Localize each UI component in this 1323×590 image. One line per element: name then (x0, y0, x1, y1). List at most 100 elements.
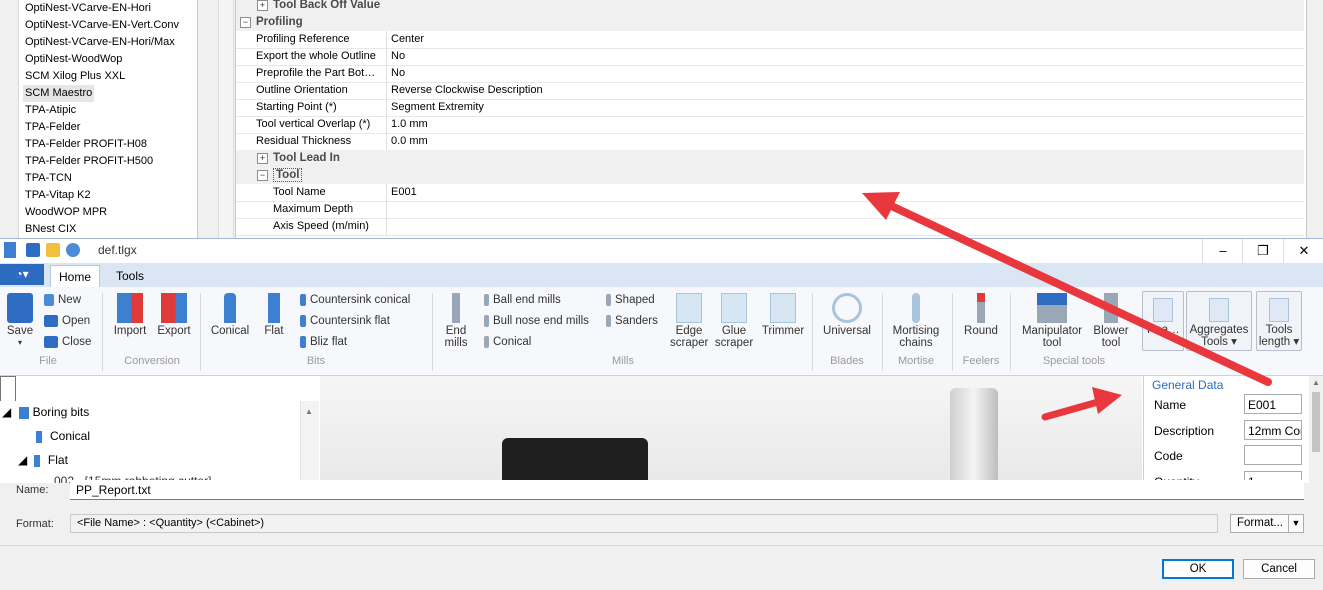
conical-mill-button[interactable]: Conical (484, 333, 531, 351)
trimmer-button[interactable]: Trimmer (760, 293, 806, 337)
conical-bit-button[interactable]: Conical (208, 293, 252, 337)
close-file-button[interactable]: Close (44, 333, 91, 351)
flat-bit-icon (268, 293, 280, 323)
category-tool[interactable]: − Tool (236, 167, 1304, 184)
restore-button[interactable]: ❐ (1242, 239, 1283, 263)
property-row[interactable]: Residual Thickness 0.0 mm (236, 133, 1304, 151)
property-row-max-depth[interactable]: Maximum Depth (236, 201, 1304, 219)
feeler-icon (977, 293, 985, 323)
new-button[interactable]: New (44, 291, 81, 309)
tree-node-flat[interactable]: ◢ Flat (18, 453, 68, 467)
close-button[interactable]: ✕ (1283, 239, 1323, 263)
flat-bit-button[interactable]: Flat (258, 293, 290, 337)
list-item-selected[interactable]: SCM Maestro (23, 85, 95, 102)
export-button[interactable]: Export (154, 293, 194, 337)
heads-button[interactable]: Hea… (1142, 291, 1184, 351)
manipulator-tool-button[interactable]: Manipulator tool (1016, 293, 1088, 349)
shaped-icon (606, 293, 611, 306)
expand-icon[interactable]: + (257, 0, 268, 11)
property-row[interactable]: Export the whole Outline No (236, 48, 1304, 66)
format-button[interactable]: Format... ▼ (1230, 514, 1304, 533)
name-label: Name: (16, 484, 49, 496)
countersink-conical-button[interactable]: Countersink conical (300, 291, 410, 309)
tab-tools[interactable]: Tools (108, 265, 152, 287)
property-row[interactable]: Tool vertical Overlap (*) 1.0 mm (236, 116, 1304, 134)
ball-end-mills-button[interactable]: Ball end mills (484, 291, 561, 309)
glue-scraper-icon (721, 293, 747, 323)
list-item[interactable]: WoodWOP MPR (23, 204, 109, 221)
category-tool-back-off[interactable]: + Tool Back Off Value (236, 0, 1304, 14)
tree-node-conical[interactable]: Conical (36, 429, 90, 443)
property-row[interactable]: Profiling Reference Center (236, 31, 1304, 49)
group-separator (200, 293, 201, 371)
format-field[interactable]: <File Name> : <Quantity> (<Cabinet>) (70, 514, 1218, 533)
bliz-flat-button[interactable]: Bliz flat (300, 333, 347, 351)
list-item[interactable]: TPA-Felder PROFIT-H500 (23, 153, 155, 170)
edge-scraper-button[interactable]: Edge scraper (670, 293, 708, 349)
save-icon[interactable] (26, 243, 40, 257)
list-scrollbar[interactable] (218, 0, 234, 238)
property-row-axis-speed[interactable]: Axis Speed (m/min) (236, 218, 1304, 236)
tool-tree: ◢ Boring bits Conical ◢ Flat 002 - [15mm… (0, 401, 300, 483)
list-item[interactable]: TPA-Atipic (23, 102, 78, 119)
category-profiling[interactable]: − Profiling (236, 14, 1304, 31)
property-row[interactable]: Preprofile the Part Bot… No (236, 65, 1304, 83)
blower-tool-button[interactable]: Blower tool (1090, 293, 1132, 349)
tree-sort-button[interactable] (0, 376, 16, 402)
collapse-icon[interactable]: − (257, 170, 268, 181)
import-icon (117, 293, 143, 323)
expand-icon[interactable]: + (257, 153, 268, 164)
collapse-icon[interactable]: − (240, 17, 251, 28)
code-input[interactable] (1244, 445, 1302, 465)
list-item[interactable]: OptiNest-VCarve-EN-Hori/Max (23, 34, 177, 51)
tools-length-icon (1269, 298, 1289, 322)
property-row[interactable]: Outline Orientation Reverse Clockwise De… (236, 82, 1304, 100)
folder-icon[interactable] (46, 243, 60, 257)
list-item[interactable]: OptiNest-WoodWop (23, 51, 124, 68)
code-label: Code (1154, 449, 1183, 463)
group-separator (1010, 293, 1011, 371)
description-input[interactable]: 12mm Conical (1244, 420, 1302, 440)
aggregates-icon (1209, 298, 1229, 322)
mortising-chains-button[interactable]: Mortising chains (886, 293, 946, 349)
list-item[interactable]: OptiNest-VCarve-EN-Vert.Conv (23, 17, 181, 34)
tab-home[interactable]: Home (50, 265, 101, 288)
end-mills-button[interactable]: End mills (440, 293, 472, 349)
property-row-tool-name[interactable]: Tool Name E001 (236, 184, 1304, 202)
list-item[interactable]: BNest CIX (23, 221, 78, 238)
app-menu-button[interactable]: ◔▾ (0, 264, 44, 285)
settings-icon[interactable] (66, 243, 80, 257)
tool-name-input[interactable]: E001 (1244, 394, 1302, 414)
bull-nose-mills-button[interactable]: Bull nose end mills (484, 312, 589, 330)
shaped-button[interactable]: Shaped (606, 291, 655, 309)
list-item[interactable]: TPA-TCN (23, 170, 74, 187)
glue-scraper-button[interactable]: Glue scraper (714, 293, 754, 349)
list-item[interactable]: TPA-Vitap K2 (23, 187, 93, 204)
tools-length-button[interactable]: Tools length ▾ (1256, 291, 1302, 351)
ok-button[interactable]: OK (1162, 559, 1234, 579)
bit-icon (18, 406, 29, 419)
name-field[interactable]: PP_Report.txt (70, 480, 1304, 500)
minimize-button[interactable]: ‒ (1202, 239, 1243, 263)
aggregates-tools-button[interactable]: Aggregates Tools ▾ (1186, 291, 1252, 351)
list-item[interactable]: OptiNest-VCarve-EN-Hori (23, 0, 153, 17)
save-button[interactable]: Save ▾ (4, 293, 36, 349)
sanders-button[interactable]: Sanders (606, 312, 658, 330)
list-item[interactable]: SCM Xilog Plus XXL (23, 68, 127, 85)
universal-blade-button[interactable]: Universal (818, 293, 876, 337)
general-data-scrollbar[interactable]: ▲ (1309, 376, 1323, 483)
chevron-down-icon[interactable]: ▼ (1288, 515, 1303, 532)
import-button[interactable]: Import (110, 293, 150, 337)
open-button[interactable]: Open (44, 312, 90, 330)
list-item[interactable]: TPA-Felder (23, 119, 82, 136)
tree-scrollbar[interactable]: ▲ (300, 401, 319, 483)
countersink-flat-button[interactable]: Countersink flat (300, 312, 390, 330)
category-tool-lead-in[interactable]: + Tool Lead In (236, 150, 1304, 167)
round-feeler-button[interactable]: Round (958, 293, 1004, 337)
property-row[interactable]: Starting Point (*) Segment Extremity (236, 99, 1304, 117)
cancel-button[interactable]: Cancel (1243, 559, 1315, 579)
list-item[interactable]: TPA-Felder PROFIT-H08 (23, 136, 149, 153)
machine-list[interactable]: OptiNest-VCarve-EN-Hori OptiNest-VCarve-… (18, 0, 198, 238)
ribbon: Save ▾ New Open Close File Import Export… (0, 287, 1323, 376)
tree-node-boring-bits[interactable]: ◢ Boring bits (2, 405, 89, 419)
